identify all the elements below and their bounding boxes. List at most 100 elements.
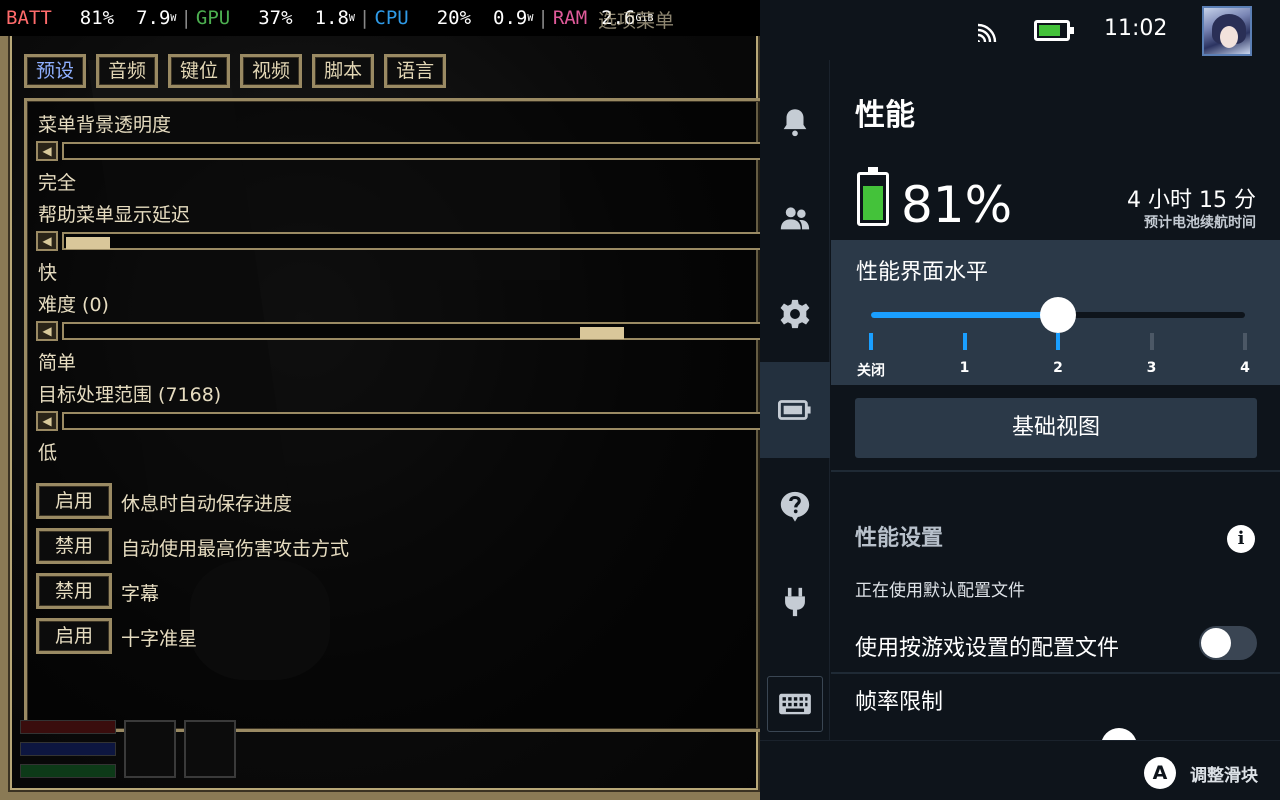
qam-sidebar	[760, 60, 830, 740]
subtitles-toggle-button[interactable]: 禁用	[36, 573, 112, 609]
fatigue-bar	[20, 764, 116, 778]
osd-batt-label: BATT	[6, 7, 52, 29]
osd-separator: |	[537, 7, 549, 29]
quick-access-menu: 11:02 性能 81% 4 小时 15 分 预计电池续航时间 性能界面水平 关…	[760, 0, 1280, 800]
osd-separator: |	[358, 7, 371, 29]
profile-status: 正在使用默认配置文件	[855, 581, 1025, 601]
status-bar: 11:02	[760, 0, 1280, 60]
target-range-label: 目标处理范围 (7168)	[38, 384, 222, 406]
slider-left-arrow-icon[interactable]: ◀	[36, 321, 58, 341]
slider-left-arrow-icon[interactable]: ◀	[36, 411, 58, 431]
game-tab-audio[interactable]: 音频	[96, 54, 159, 88]
performance-settings-heading: 性能设置	[855, 526, 944, 551]
slider-left-arrow-icon[interactable]: ◀	[36, 231, 58, 251]
weapon-slot-icon	[124, 720, 176, 778]
difficulty-slider[interactable]: ◀	[36, 321, 760, 341]
overlay-level-slider[interactable]	[871, 297, 1245, 333]
nav-help[interactable]	[760, 458, 830, 554]
performance-overlay: BATT 81% 7.9 W | GPU 37% 1.8 W | CPU 20% 0…	[0, 0, 760, 36]
game-tab-scripts[interactable]: 脚本	[312, 54, 375, 88]
battery-icon	[1034, 20, 1074, 41]
osd-gpu-pct: 37%	[258, 7, 293, 29]
osd-cpu-pct: 20%	[436, 7, 472, 29]
keyboard-icon	[779, 693, 811, 715]
nav-friends[interactable]	[760, 170, 830, 266]
slider-track[interactable]	[62, 412, 760, 430]
basic-view-button[interactable]: 基础视图	[855, 398, 1257, 458]
divider	[831, 672, 1280, 674]
autosave-label: 休息时自动保存进度	[121, 493, 293, 515]
nav-settings[interactable]	[760, 266, 830, 362]
avatar-face	[1220, 26, 1238, 48]
game-tab-language[interactable]: 语言	[384, 54, 447, 88]
osd-batt-unit: W	[170, 12, 177, 24]
crosshair-label: 十字准星	[121, 628, 198, 650]
game-tab-presets[interactable]: 预设	[24, 54, 87, 88]
plug-icon	[785, 587, 805, 617]
help-delay-value: 快	[38, 262, 58, 284]
cast-icon	[977, 23, 997, 43]
slider-track[interactable]	[62, 322, 760, 340]
slider-track[interactable]	[62, 232, 760, 250]
osd-cpu-label: CPU	[374, 7, 409, 29]
per-game-profile-label: 使用按游戏设置的配置文件	[855, 636, 1120, 661]
overlay-level-tick	[1149, 333, 1154, 350]
slider-fill	[871, 312, 1058, 318]
osd-separator: |	[180, 7, 192, 29]
footer-hint-bar: A 调整滑块	[760, 740, 1280, 800]
menu-opacity-slider[interactable]: ◀	[36, 141, 760, 161]
slider-track[interactable]	[62, 142, 760, 160]
osd-batt-pct: 81%	[79, 7, 115, 29]
target-range-value: 低	[38, 442, 58, 464]
slider-thumb[interactable]	[66, 237, 110, 249]
battery-fill	[863, 186, 883, 220]
overlay-level-label: 性能界面水平	[856, 260, 989, 285]
overlay-level-tick-label: 3	[1146, 360, 1157, 376]
battery-icon	[778, 400, 811, 420]
osd-cpu-watts: 0.9	[493, 7, 528, 29]
overlay-level-tick-label: 2	[1053, 360, 1063, 376]
gear-icon	[780, 299, 810, 329]
battery-icon	[857, 167, 889, 226]
avatar-icon[interactable]	[1202, 6, 1252, 56]
friends-icon	[780, 207, 810, 230]
best-attack-label: 自动使用最高伤害攻击方式	[121, 538, 350, 560]
osd-gpu-label: GPU	[195, 7, 231, 29]
slider-left-arrow-icon[interactable]: ◀	[36, 141, 58, 161]
battery-fill	[1039, 25, 1060, 36]
health-bar	[20, 720, 116, 734]
osd-ram-label: RAM	[552, 7, 588, 29]
nav-notifications[interactable]	[760, 74, 830, 170]
overlay-level-tick	[1243, 333, 1247, 350]
info-icon[interactable]: i	[1227, 525, 1255, 553]
divider	[831, 470, 1280, 472]
menu-opacity-value: 完全	[38, 172, 77, 194]
per-game-profile-toggle[interactable]	[1199, 626, 1257, 660]
slider-thumb[interactable]	[579, 327, 624, 339]
nav-power[interactable]	[760, 554, 830, 650]
fps-limit-slider-thumb[interactable]	[1101, 728, 1137, 740]
fps-limit-label: 帧率限制	[855, 690, 944, 715]
keyboard-button[interactable]	[767, 676, 823, 732]
osd-gpu-unit: W	[348, 12, 355, 24]
game-options-tabs: 预设 音频 键位 视频 脚本 语言	[24, 54, 447, 88]
slider-thumb[interactable]	[1040, 297, 1076, 333]
battery-runtime-caption: 预计电池续航时间	[1144, 215, 1256, 231]
autosave-toggle-button[interactable]: 启用	[36, 483, 112, 519]
help-delay-slider[interactable]: ◀	[36, 231, 760, 251]
nav-performance[interactable]	[760, 362, 830, 458]
menu-opacity-label: 菜单背景透明度	[38, 114, 172, 136]
battery-runtime: 4 小时 15 分	[1127, 188, 1256, 213]
overlay-level-tick-label: 关闭	[857, 363, 885, 379]
game-tab-keybinds[interactable]: 键位	[168, 54, 231, 88]
overlay-level-tick	[869, 333, 873, 350]
overlay-level-tick	[1056, 333, 1060, 350]
adjust-slider-hint: 调整滑块	[1190, 766, 1258, 786]
crosshair-toggle-button[interactable]: 启用	[36, 618, 112, 654]
target-range-slider[interactable]: ◀	[36, 411, 760, 431]
overlay-level-section: 性能界面水平 关闭 1 2 3 4	[831, 240, 1280, 385]
game-tab-video[interactable]: 视频	[240, 54, 303, 88]
best-attack-toggle-button[interactable]: 禁用	[36, 528, 112, 564]
overlay-level-tick	[962, 333, 967, 350]
clock: 11:02	[1104, 16, 1168, 41]
